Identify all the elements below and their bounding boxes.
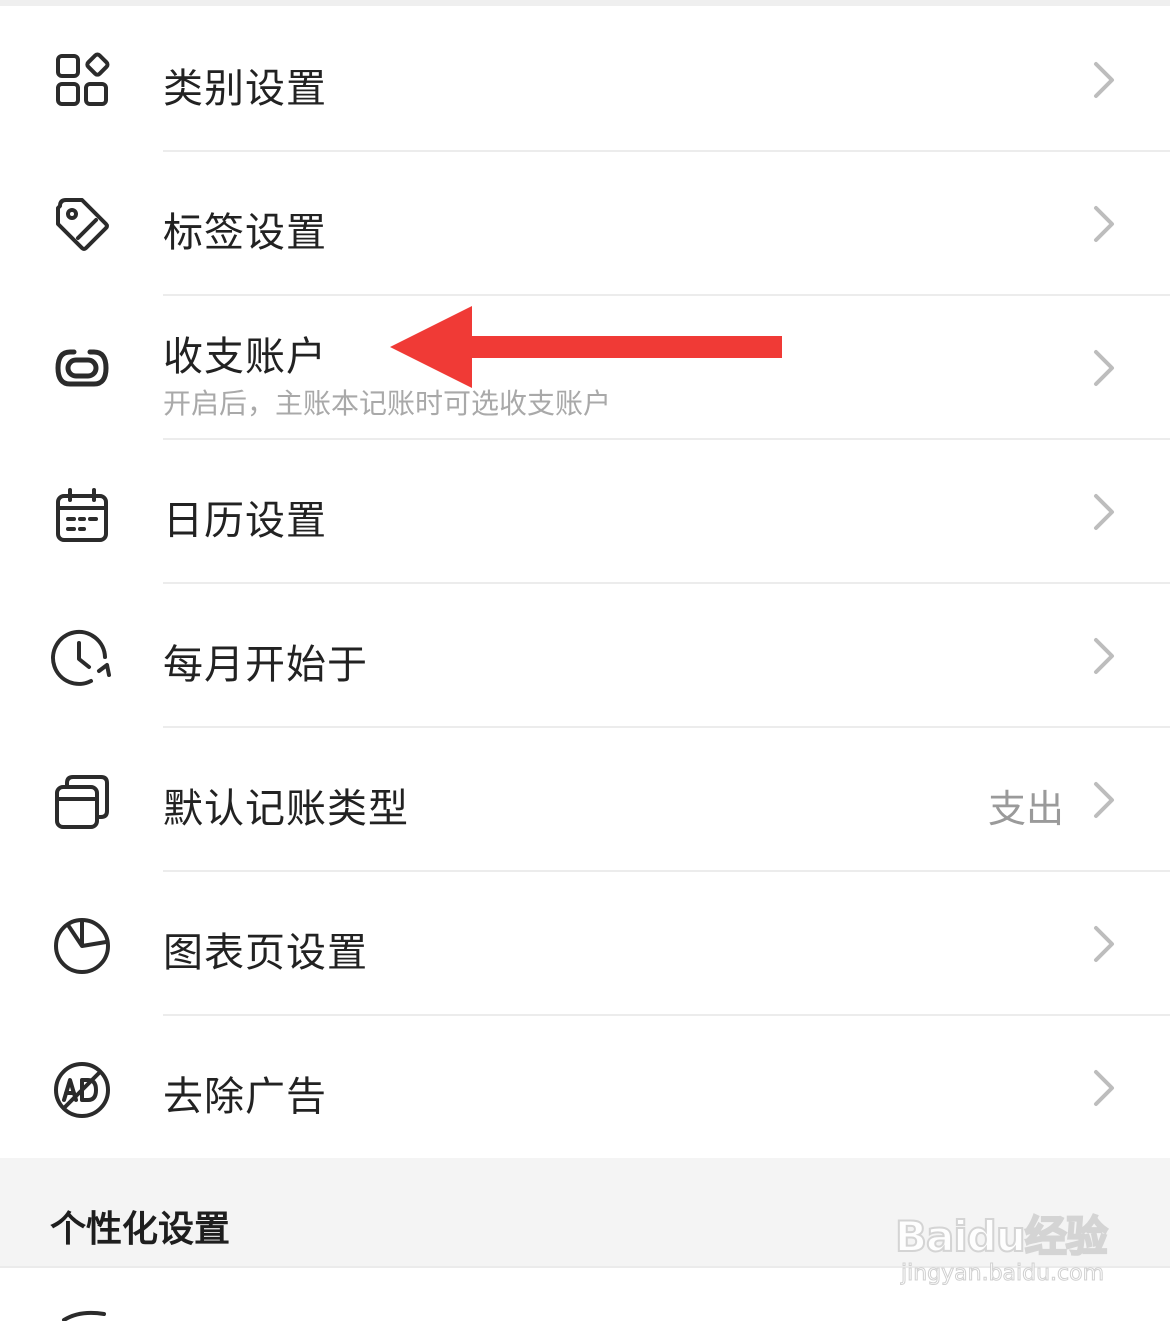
clock-icon: [50, 626, 114, 690]
pie-chart-icon: [50, 914, 114, 978]
settings-item-label: 收支账户: [163, 334, 327, 380]
chevron-right-icon: [1088, 490, 1118, 534]
tag-icon: [50, 192, 114, 256]
settings-item-default-type[interactable]: 默认记账类型 支出: [0, 728, 1170, 872]
no-ad-icon: [50, 1058, 114, 1122]
settings-item-label: 类别设置: [163, 66, 327, 112]
chevron-right-icon: [1088, 202, 1118, 246]
settings-item-month-start[interactable]: 每月开始于: [0, 584, 1170, 728]
chevron-right-icon: [1088, 58, 1118, 102]
settings-item-label: 日历设置: [163, 498, 327, 544]
settings-item-label: 去除广告: [163, 1074, 327, 1120]
settings-item-chart-page[interactable]: 图表页设置: [0, 872, 1170, 1016]
partial-row-icon: [60, 1306, 110, 1321]
default-type-value: 支出: [987, 787, 1064, 831]
red-arrow-annotation: [390, 306, 782, 388]
section-divider: [0, 1266, 1170, 1268]
top-divider: [0, 0, 1170, 6]
link-icon: [50, 336, 114, 400]
settings-item-label: 标签设置: [163, 210, 327, 256]
settings-item-tag[interactable]: 标签设置: [0, 152, 1170, 296]
chevron-right-icon: [1088, 778, 1118, 822]
settings-item-category[interactable]: 类别设置: [0, 8, 1170, 152]
settings-page: 类别设置 标签设置 收支账户 开启后，主账本记账时可选收支账户 日历设置 每月开…: [0, 0, 1170, 1321]
chevron-right-icon: [1088, 922, 1118, 966]
calendar-icon: [50, 484, 114, 548]
settings-item-label: 每月开始于: [163, 642, 368, 688]
chevron-right-icon: [1088, 346, 1118, 390]
chevron-right-icon: [1088, 634, 1118, 678]
stack-icon: [50, 770, 114, 834]
settings-item-remove-ads[interactable]: 去除广告: [0, 1016, 1170, 1160]
settings-item-label: 图表页设置: [163, 930, 368, 976]
settings-item-calendar[interactable]: 日历设置: [0, 440, 1170, 584]
section-title: 个性化设置: [50, 1209, 231, 1250]
settings-item-label: 默认记账类型: [163, 786, 409, 832]
chevron-right-icon: [1088, 1066, 1118, 1110]
grid-icon: [50, 48, 114, 112]
